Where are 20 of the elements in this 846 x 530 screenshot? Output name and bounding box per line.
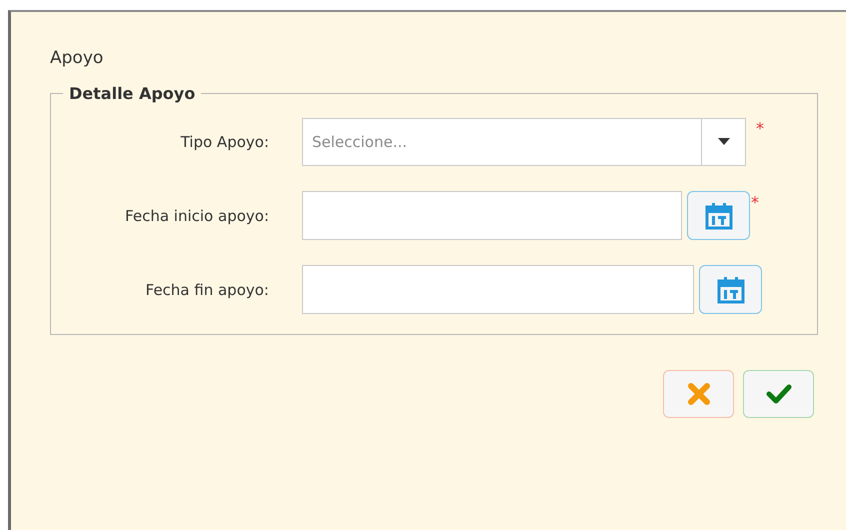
field-label: Fecha fin apoyo: [144,280,269,298]
date-field[interactable] [302,265,694,314]
required-marker: * [756,119,764,138]
close-icon [686,382,710,406]
type-select[interactable]: Seleccione... [302,118,746,166]
dialog-title: Apoyo [50,48,104,70]
required-marker: * [751,193,759,212]
select-placeholder: Seleccione... [311,132,408,152]
calendar-button[interactable] [699,265,762,314]
fieldset-legend: Detalle Apoyo [63,84,202,103]
calendar-button[interactable] [687,191,750,240]
confirm-button[interactable] [743,370,814,418]
date-field[interactable] [302,191,682,240]
calendar-icon [704,200,734,230]
calendar-icon [716,274,746,304]
field-label: Tipo Apoyo: [180,132,269,150]
field-label: Fecha inicio apoyo: [124,206,269,224]
cancel-button[interactable] [663,370,734,418]
caret-icon [718,138,730,145]
checkmark-icon [766,383,792,405]
